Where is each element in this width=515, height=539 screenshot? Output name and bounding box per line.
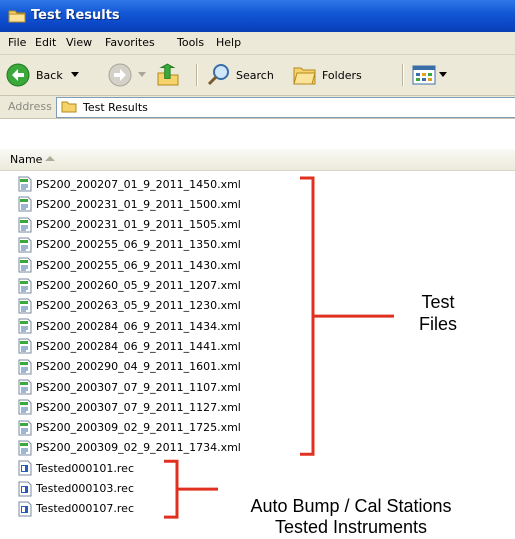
test-files-bracket xyxy=(300,176,394,456)
stations-bracket xyxy=(164,459,218,519)
test-files-line1: Test xyxy=(421,292,455,312)
stations-annotation: Auto Bump / Cal Stations Tested Instrume… xyxy=(222,496,480,538)
test-files-line2: Files xyxy=(418,314,457,334)
stations-line1: Auto Bump / Cal Stations xyxy=(250,496,452,516)
stations-line2: Tested Instruments xyxy=(274,517,428,537)
annotation-brackets xyxy=(164,176,394,519)
test-files-annotation: Test Files xyxy=(398,291,478,335)
